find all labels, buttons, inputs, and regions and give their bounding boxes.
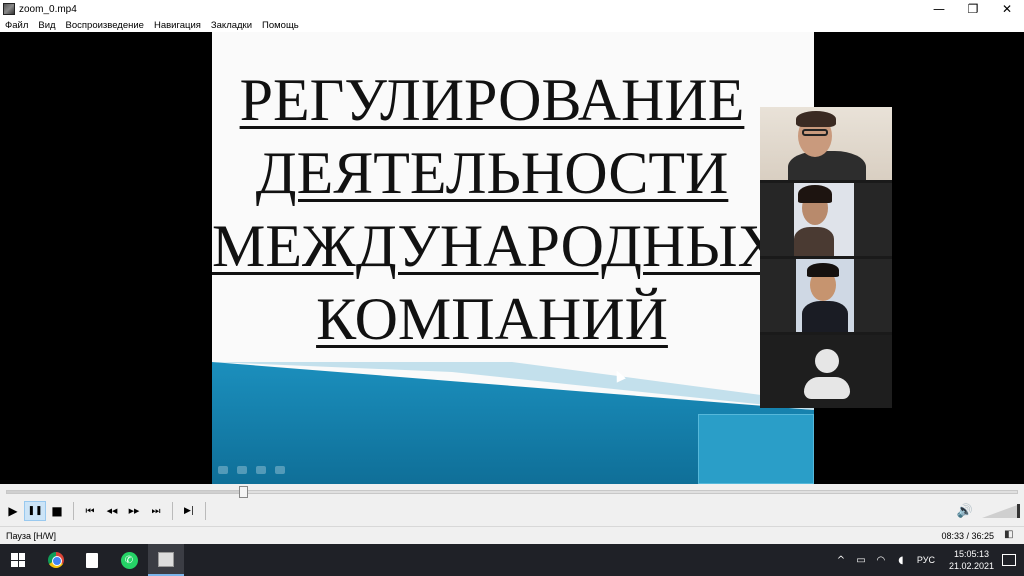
- status-bar: Пауза [H/W] 08:33 / 36:25 ◧: [0, 526, 1024, 544]
- pause-button[interactable]: ❚❚: [24, 501, 46, 521]
- taskbar-media-player[interactable]: [148, 544, 184, 576]
- start-button[interactable]: [0, 544, 36, 576]
- menu-help[interactable]: Помощь: [257, 20, 304, 31]
- language-indicator[interactable]: РУС: [917, 555, 935, 565]
- rewind-button[interactable]: ◀◀: [101, 501, 123, 521]
- taskbar-chrome[interactable]: [38, 544, 74, 576]
- menu-bookmarks[interactable]: Закладки: [206, 20, 257, 31]
- seek-bar[interactable]: [6, 490, 1018, 494]
- title-bar: zoom_0.mp4 — ❐ ✕: [0, 0, 1024, 18]
- slide-title: РЕГУЛИРОВАНИЕ ДЕЯТЕЛЬНОСТИ МЕЖДУНАРОДНЫХ…: [212, 64, 781, 356]
- battery-icon[interactable]: ▭: [853, 555, 869, 566]
- control-separator: [73, 502, 74, 520]
- app-icon: [3, 3, 15, 15]
- taskbar-file[interactable]: [74, 544, 110, 576]
- fast-forward-button[interactable]: ▶▶: [123, 501, 145, 521]
- slide-tool-icon: [275, 466, 285, 474]
- minimize-button[interactable]: —: [922, 0, 956, 18]
- control-buttons: ▶ ❚❚ ■ ⏮ ◀◀ ▶▶ ⏭ ▶|: [0, 501, 211, 521]
- participant-tile-4: [760, 335, 892, 408]
- menu-view[interactable]: Вид: [33, 20, 60, 31]
- slide-blue-box: [698, 414, 814, 484]
- menu-navigation[interactable]: Навигация: [149, 20, 206, 31]
- participant-gallery: [760, 107, 892, 408]
- slide-title-line-1: РЕГУЛИРОВАНИЕ: [239, 67, 745, 133]
- slide-tool-icon: [237, 466, 247, 474]
- tray-expand-icon[interactable]: ^: [833, 555, 849, 566]
- seek-handle[interactable]: [238, 486, 248, 498]
- close-button[interactable]: ✕: [990, 0, 1024, 18]
- play-button[interactable]: ▶: [2, 501, 24, 521]
- slide-title-line-3: МЕЖДУНАРОДНЫХ: [212, 213, 781, 279]
- video-area[interactable]: РЕГУЛИРОВАНИЕ ДЕЯТЕЛЬНОСТИ МЕЖДУНАРОДНЫХ…: [0, 32, 1024, 484]
- notification-icon[interactable]: [1002, 554, 1016, 566]
- restore-button[interactable]: ❐: [956, 0, 990, 18]
- volume-slider[interactable]: [982, 504, 1020, 518]
- wifi-icon[interactable]: ◠: [873, 555, 889, 566]
- stop-button[interactable]: ■: [46, 501, 68, 521]
- control-separator: [205, 502, 206, 520]
- previous-button[interactable]: ⏮: [79, 501, 101, 521]
- window-controls: — ❐ ✕: [922, 0, 1024, 18]
- menu-playback[interactable]: Воспроизведение: [61, 20, 149, 31]
- clock-date: 21.02.2021: [948, 561, 994, 571]
- windows-icon: [11, 553, 25, 567]
- participant-tile-3: [760, 259, 892, 332]
- slide-title-line-4: КОМПАНИЙ: [316, 286, 668, 352]
- taskbar-whatsapp[interactable]: ✆: [111, 544, 147, 576]
- control-separator: [172, 502, 173, 520]
- taskbar: ✆ ^ ▭ ◠ ◖ РУС 15:05:13 21.02.2021: [0, 544, 1024, 576]
- seek-bar-fill: [7, 491, 244, 493]
- playback-time: 08:33 / 36:25: [941, 531, 994, 541]
- playback-state: Пауза [H/W]: [6, 531, 57, 541]
- whatsapp-icon: ✆: [120, 551, 138, 569]
- window-title: zoom_0.mp4: [19, 3, 77, 15]
- slide-toolbar: [218, 466, 285, 474]
- slide-tool-icon: [256, 466, 266, 474]
- clock[interactable]: 15:05:13 21.02.2021: [949, 548, 994, 572]
- menu-file[interactable]: Файл: [0, 20, 33, 31]
- volume-knob[interactable]: [1017, 504, 1020, 518]
- menu-bar: Файл Вид Воспроизведение Навигация Закла…: [0, 18, 1024, 32]
- chrome-icon: [48, 552, 64, 568]
- frame-step-button[interactable]: ▶|: [178, 501, 200, 521]
- presentation-slide: РЕГУЛИРОВАНИЕ ДЕЯТЕЛЬНОСТИ МЕЖДУНАРОДНЫХ…: [212, 32, 814, 484]
- slide-title-line-2: ДЕЯТЕЛЬНОСТИ: [255, 140, 729, 206]
- media-player-icon: [158, 551, 174, 567]
- clock-time: 15:05:13: [953, 549, 989, 559]
- file-icon: [86, 552, 98, 568]
- speaker-icon[interactable]: ◖: [893, 555, 909, 566]
- player-controls: ▶ ❚❚ ■ ⏮ ◀◀ ▶▶ ⏭ ▶| 🔊: [0, 484, 1024, 526]
- participant-tile-1: [760, 107, 892, 180]
- system-tray: ^ ▭ ◠ ◖ РУС 15:05:13 21.02.2021: [831, 544, 1024, 576]
- volume-icon[interactable]: 🔊: [955, 502, 975, 520]
- participant-tile-2: [760, 183, 892, 256]
- slide-tool-icon: [218, 466, 228, 474]
- next-button[interactable]: ⏭: [145, 501, 167, 521]
- audio-format-icon: ◧: [1004, 529, 1014, 540]
